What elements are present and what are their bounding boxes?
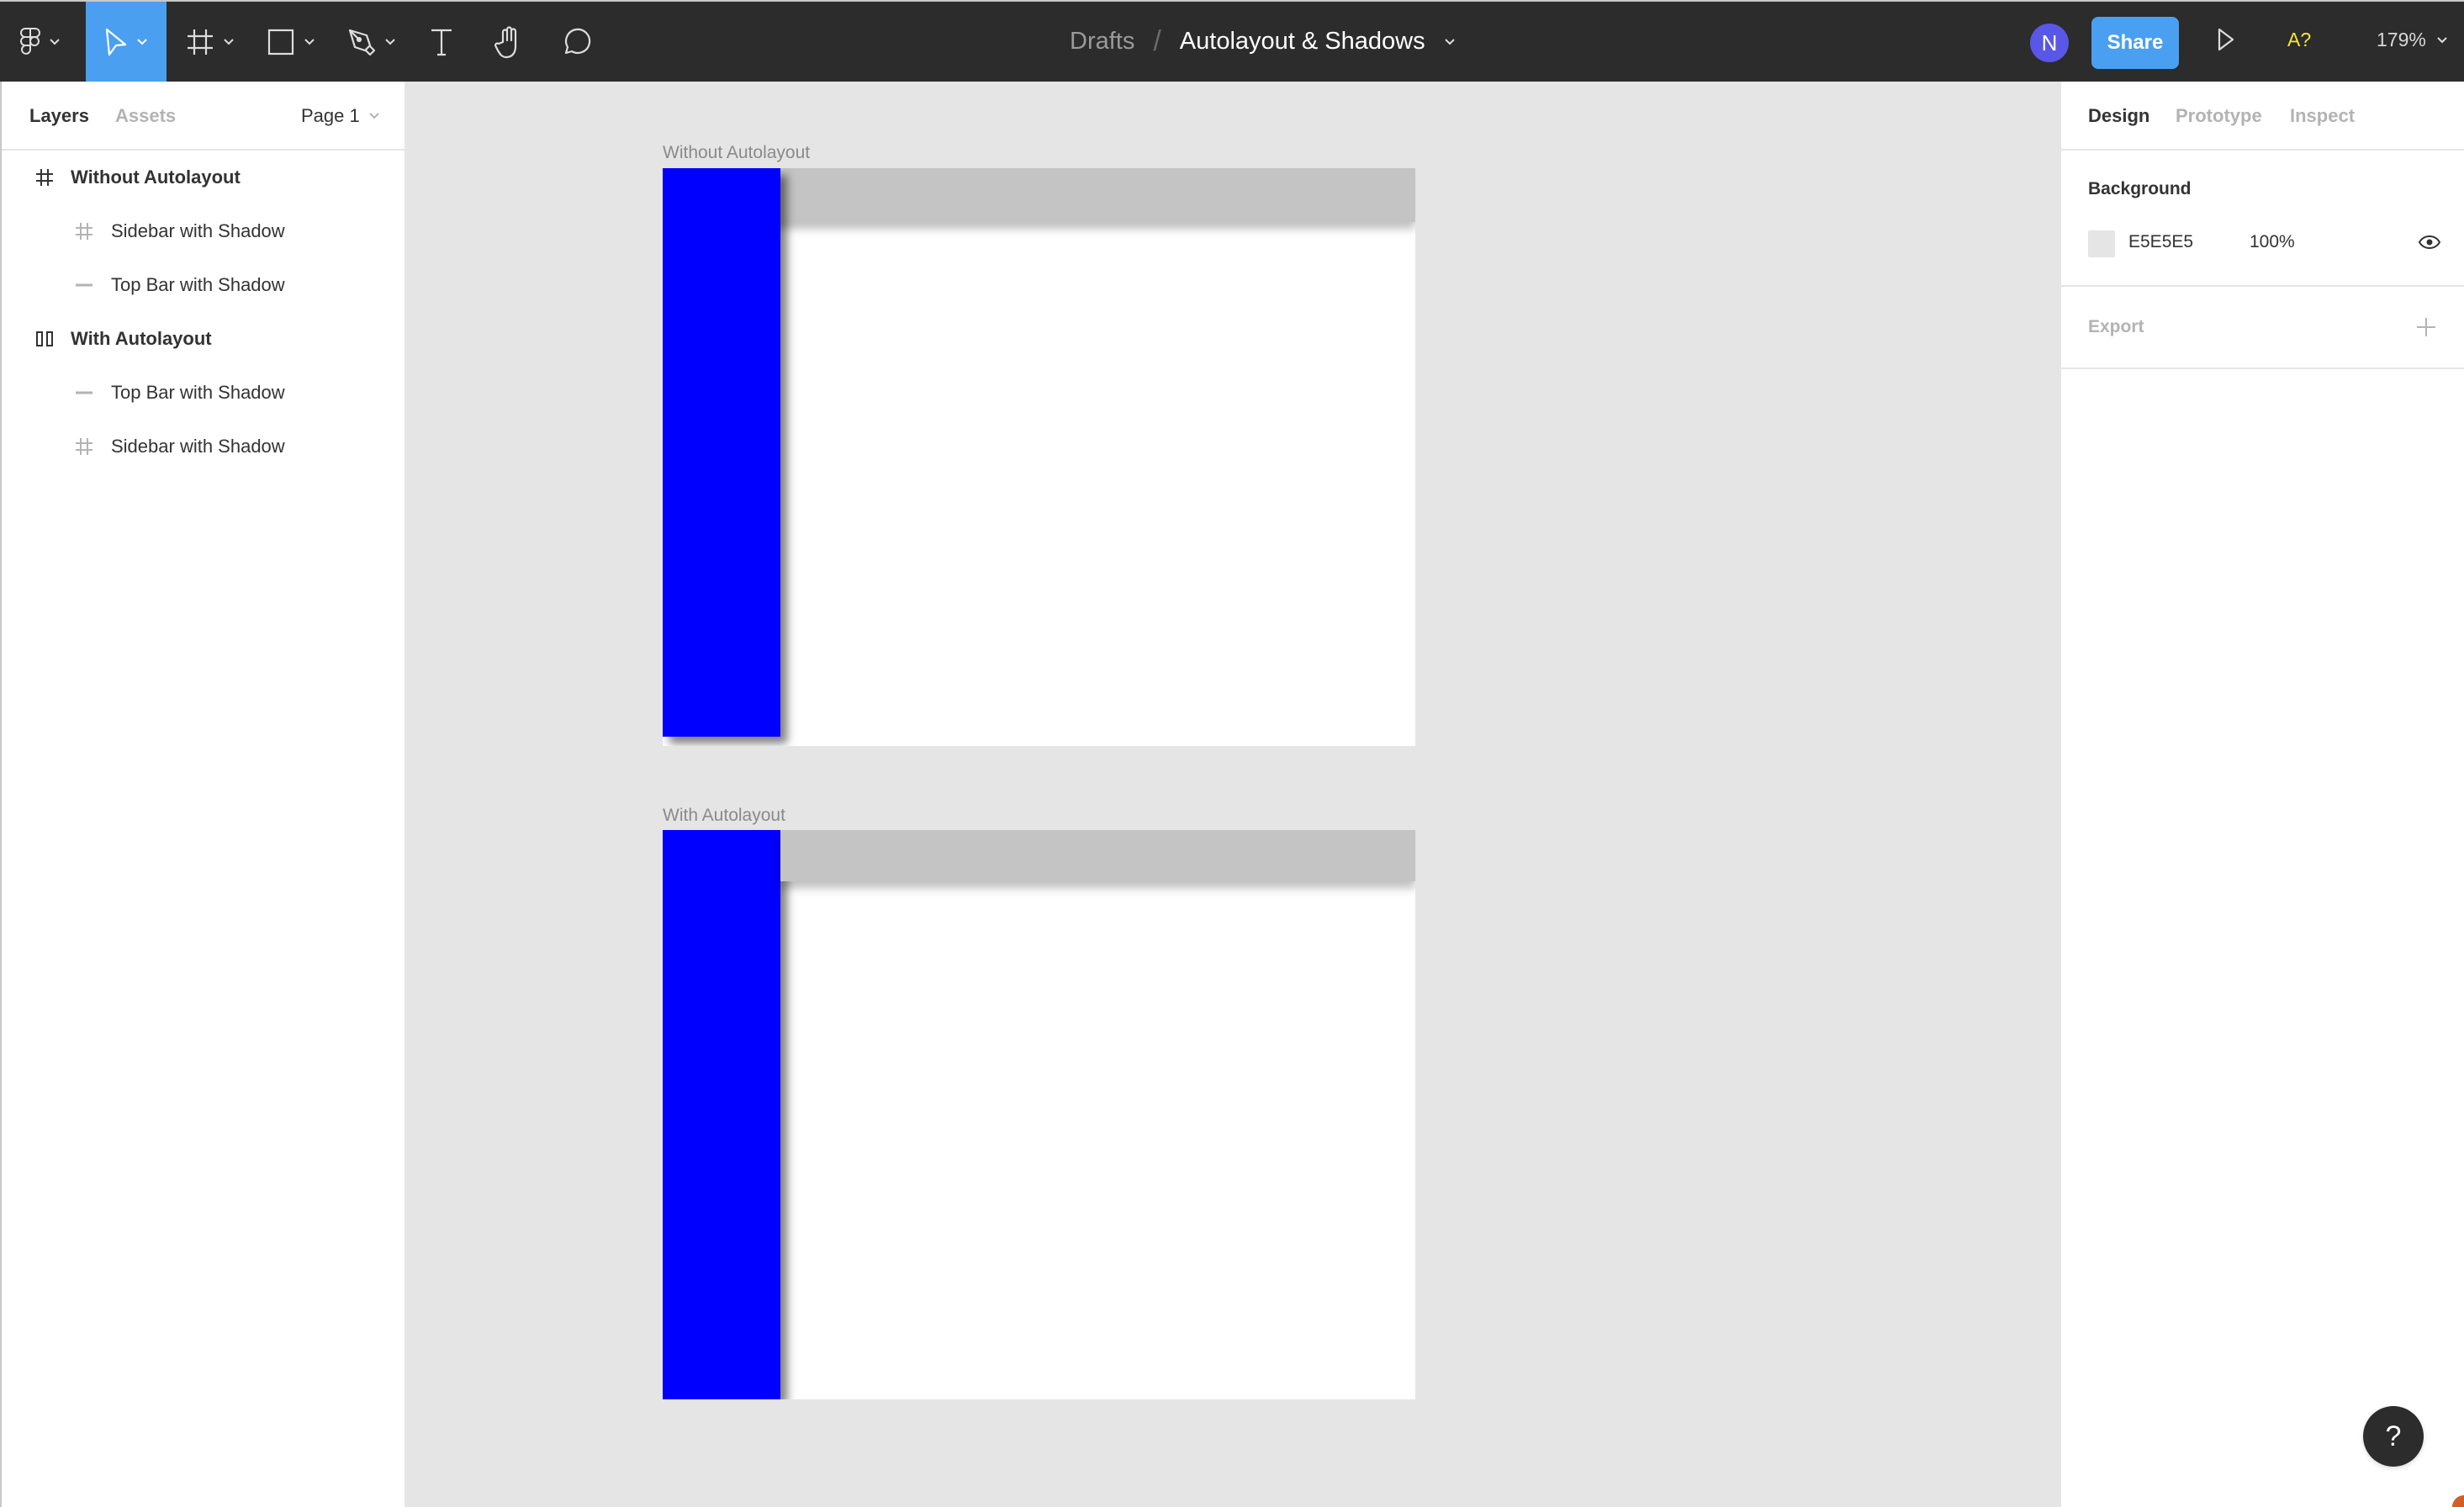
frame-tool-button[interactable] (177, 2, 244, 82)
layer-item[interactable]: Top Bar with Shadow (2, 258, 405, 312)
file-name[interactable]: Autolayout & Shadows (1180, 28, 1425, 56)
line-icon (72, 273, 96, 297)
canvas[interactable]: Without Autolayout With Autolayout (405, 82, 2060, 1507)
sidebar-with-shadow[interactable] (663, 830, 780, 1399)
frame-with-autolayout[interactable] (663, 830, 1415, 1399)
help-button[interactable]: ? (2363, 1406, 2424, 1467)
document-title: Drafts / Autolayout & Shadows (1070, 2, 1456, 82)
hand-icon (494, 25, 517, 58)
sidebar-with-shadow[interactable] (663, 168, 780, 737)
background-opacity-input[interactable]: 100% (2250, 232, 2295, 252)
hand-tool-button[interactable] (489, 2, 528, 82)
rectangle-icon (267, 29, 294, 55)
background-hex-input[interactable]: E5E5E5 (2128, 232, 2193, 252)
zoom-dropdown[interactable]: 179% (2377, 29, 2448, 51)
chevron-down-icon (137, 38, 147, 45)
play-icon (2218, 28, 2234, 51)
chevron-down-icon (304, 38, 315, 45)
layer-item[interactable]: Top Bar with Shadow (2, 366, 405, 420)
shape-tool-button[interactable] (257, 2, 325, 82)
chevron-down-icon (369, 113, 379, 119)
frame-without-autolayout[interactable] (663, 168, 1415, 746)
properties-panel: Design Prototype Inspect Background E5E5… (2060, 82, 2464, 1507)
share-button[interactable]: Share (2091, 17, 2179, 69)
frame-icon (72, 219, 96, 243)
eye-icon (2418, 235, 2441, 250)
layer-label: Sidebar with Shadow (111, 436, 285, 457)
user-avatar[interactable]: N (2030, 24, 2069, 62)
page-selector[interactable]: Page 1 (301, 105, 380, 127)
layer-item[interactable]: Sidebar with Shadow (2, 420, 405, 473)
breadcrumb-drafts[interactable]: Drafts (1070, 28, 1134, 56)
plus-icon (2417, 318, 2435, 336)
figma-logo-icon (20, 27, 40, 55)
present-button[interactable] (2217, 27, 2235, 56)
comment-icon (564, 28, 591, 54)
background-title: Background (2088, 179, 2192, 198)
layer-item[interactable]: Sidebar with Shadow (2, 204, 405, 258)
text-tool-button[interactable] (422, 2, 461, 82)
layer-label: Without Autolayout (71, 167, 241, 188)
add-export-button[interactable] (2416, 317, 2436, 341)
layer-label: Sidebar with Shadow (111, 220, 285, 241)
chevron-down-icon (385, 38, 395, 45)
pen-icon (348, 29, 376, 56)
top-bar-with-shadow[interactable] (780, 830, 1415, 881)
accessibility-check-button[interactable]: A? (2287, 29, 2311, 51)
zoom-level: 179% (2377, 29, 2426, 50)
layer-label: Top Bar with Shadow (111, 382, 285, 403)
line-icon (72, 381, 96, 405)
frame-label[interactable]: Without Autolayout (663, 143, 810, 163)
comment-tool-button[interactable] (557, 2, 595, 82)
move-tool-button[interactable] (86, 2, 167, 82)
background-color-swatch[interactable] (2088, 230, 2115, 257)
background-section: Background E5E5E5 100% (2061, 151, 2464, 287)
layer-label: With Autolayout (71, 328, 212, 349)
frame-hash-icon (188, 29, 213, 55)
layer-item[interactable]: With Autolayout (2, 312, 405, 366)
tab-assets[interactable]: Assets (115, 105, 176, 127)
frame-icon (72, 435, 96, 458)
layers-panel-header: Layers Assets Page 1 (2, 82, 404, 151)
chevron-down-icon (224, 38, 234, 45)
frame-icon (33, 166, 56, 189)
page-name: Page 1 (301, 105, 360, 126)
layers-panel: Layers Assets Page 1 Without Autolayout … (0, 82, 405, 1507)
tab-layers[interactable]: Layers (29, 105, 89, 127)
layer-item[interactable]: Without Autolayout (2, 151, 405, 204)
chevron-down-icon (2437, 36, 2447, 43)
main-menu-button[interactable] (0, 2, 81, 82)
properties-panel-header: Design Prototype Inspect (2061, 82, 2464, 151)
tab-prototype[interactable]: Prototype (2176, 105, 2262, 127)
text-icon (431, 29, 452, 56)
export-title: Export (2088, 317, 2144, 336)
autolayout-icon (33, 327, 56, 351)
chevron-down-icon (50, 38, 60, 45)
toolbar: Drafts / Autolayout & Shadows N Share A?… (0, 0, 2464, 82)
cursor-arrow-icon (105, 28, 127, 56)
tab-design[interactable]: Design (2088, 105, 2149, 127)
tab-inspect[interactable]: Inspect (2290, 105, 2355, 127)
breadcrumb-separator: / (1153, 25, 1161, 57)
visibility-toggle[interactable] (2418, 235, 2441, 254)
chevron-down-icon[interactable] (1444, 38, 1456, 46)
export-section: Export (2061, 287, 2464, 369)
pen-tool-button[interactable] (338, 2, 405, 82)
frame-label[interactable]: With Autolayout (663, 806, 785, 826)
layer-label: Top Bar with Shadow (111, 274, 285, 295)
